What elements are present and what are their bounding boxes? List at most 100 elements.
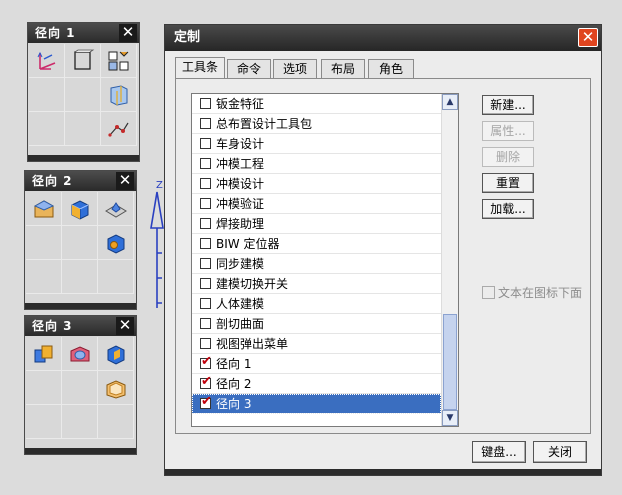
empty-slot	[62, 260, 98, 294]
new-button[interactable]: 新建...	[482, 95, 534, 115]
list-item[interactable]: 车身设计	[192, 134, 441, 154]
tab-commands[interactable]: 命令	[227, 59, 271, 78]
csys-icon[interactable]	[29, 44, 65, 78]
list-item-label: 焊接助理	[216, 217, 265, 231]
toolbar-radial-3: 径向 3 ✕	[24, 315, 137, 455]
checkbox-unchecked[interactable]	[200, 98, 211, 109]
block-icon[interactable]	[62, 192, 98, 226]
tab-options[interactable]: 选项	[273, 59, 317, 78]
reset-button[interactable]: 重置	[482, 173, 534, 193]
list-item[interactable]: 钣金特征	[192, 94, 441, 114]
list-item[interactable]: 剖切曲面	[192, 314, 441, 334]
solid-feature-icon[interactable]	[26, 192, 62, 226]
list-item[interactable]: 建模切换开关	[192, 274, 441, 294]
scroll-thumb[interactable]	[443, 314, 457, 410]
list-item-label: BIW 定位器	[216, 237, 280, 251]
dialog-footer	[165, 469, 601, 475]
list-item[interactable]: ✔ 径向 2	[192, 374, 441, 394]
checkbox-unchecked[interactable]	[200, 318, 211, 329]
empty-slot	[26, 260, 62, 294]
list-item[interactable]: ✔ 径向 3	[192, 394, 441, 414]
empty-slot	[98, 405, 134, 439]
scroll-up-icon[interactable]: ▲	[442, 94, 458, 110]
empty-slot	[26, 371, 62, 405]
list-item-label: 冲模验证	[216, 197, 265, 211]
checkbox-unchecked[interactable]	[200, 218, 211, 229]
checkbox-checked[interactable]: ✔	[200, 355, 212, 369]
empty-slot	[65, 112, 101, 146]
keyboard-button[interactable]: 键盘...	[472, 441, 526, 463]
checkbox-checked[interactable]: ✔	[200, 374, 212, 389]
text-below-icon-checkbox[interactable]: 文本在图标下面	[482, 284, 582, 301]
close-button[interactable]: 关闭	[533, 441, 587, 463]
curve-points-icon[interactable]	[101, 112, 137, 146]
dialog-title-bar[interactable]: 定制 ✕	[165, 25, 601, 51]
close-icon[interactable]: ✕	[119, 24, 137, 42]
hole-icon[interactable]	[98, 226, 134, 260]
empty-slot	[29, 78, 65, 112]
list-item[interactable]: 冲模设计	[192, 174, 441, 194]
checkbox-unchecked[interactable]	[200, 338, 211, 349]
tab-toolbars[interactable]: 工具条	[175, 57, 225, 79]
surface-icon[interactable]	[101, 78, 137, 112]
toolbar-title: 径向 3	[32, 319, 73, 333]
close-icon[interactable]: ✕	[116, 172, 134, 190]
list-item-label: 冲模设计	[216, 177, 265, 191]
toolbar-title-bar[interactable]: 径向 2 ✕	[25, 171, 136, 191]
checkbox-unchecked[interactable]	[200, 118, 211, 129]
list-item[interactable]: ✔ 径向 1	[192, 354, 441, 374]
customize-dialog: 定制 ✕ 工具条 命令 选项 布局 角色 钣金特征 总布置设计工具包 车身设计 冲模工…	[164, 24, 602, 476]
list-item[interactable]: 人体建模	[192, 294, 441, 314]
toolbar-list[interactable]: 钣金特征 总布置设计工具包 车身设计 冲模工程冲模设计冲模验证焊接助理 BIW 定位器同…	[191, 93, 459, 427]
load-button[interactable]: 加载...	[482, 199, 534, 219]
list-item[interactable]: 同步建模	[192, 254, 441, 274]
list-item[interactable]: 焊接助理	[192, 214, 441, 234]
empty-slot	[26, 226, 62, 260]
toolbar-title: 径向 1	[35, 26, 76, 40]
close-icon[interactable]: ✕	[116, 317, 134, 335]
checkbox-unchecked[interactable]	[200, 298, 211, 309]
toolbar-radial-1: 径向 1 ✕	[27, 22, 140, 162]
layout-icon[interactable]	[101, 44, 137, 78]
datum-plane-icon[interactable]	[65, 44, 101, 78]
dialog-title: 定制	[174, 30, 201, 45]
list-item-label: 人体建模	[216, 297, 265, 311]
shell-icon[interactable]	[98, 371, 134, 405]
toolbar-radial-2: 径向 2 ✕	[24, 170, 137, 310]
unite-icon[interactable]	[26, 337, 62, 371]
properties-button[interactable]: 属性...	[482, 121, 534, 141]
check-icon: ✔	[201, 374, 212, 389]
checkbox-unchecked[interactable]	[200, 278, 211, 289]
empty-slot	[98, 260, 134, 294]
list-item[interactable]: 冲模验证	[192, 194, 441, 214]
list-item[interactable]: 冲模工程	[192, 154, 441, 174]
checkbox-box[interactable]	[482, 286, 495, 299]
empty-slot	[29, 112, 65, 146]
axis-label: Z	[156, 180, 163, 191]
empty-slot	[26, 405, 62, 439]
scroll-down-icon[interactable]: ▼	[442, 410, 458, 426]
checkbox-unchecked[interactable]	[200, 258, 211, 269]
checkbox-unchecked[interactable]	[200, 198, 211, 209]
checkbox-unchecked[interactable]	[200, 178, 211, 189]
toolbar-grid	[28, 43, 139, 147]
list-item[interactable]: BIW 定位器	[192, 234, 441, 254]
list-item[interactable]: 视图弹出菜单	[192, 334, 441, 354]
subtract-icon[interactable]	[62, 337, 98, 371]
intersect-icon[interactable]	[98, 337, 134, 371]
tab-roles[interactable]: 角色	[368, 59, 414, 78]
toolbar-title-bar[interactable]: 径向 1 ✕	[28, 23, 139, 43]
checkbox-unchecked[interactable]	[200, 138, 211, 149]
list-item[interactable]: 总布置设计工具包	[192, 114, 441, 134]
checkbox-unchecked[interactable]	[200, 238, 211, 249]
check-icon: ✔	[201, 394, 212, 409]
boss-icon[interactable]	[98, 192, 134, 226]
vertical-scrollbar[interactable]: ▲ ▼	[441, 94, 458, 426]
checkbox-unchecked[interactable]	[200, 158, 211, 169]
checkbox-checked[interactable]: ✔	[200, 394, 212, 409]
toolbar-title-bar[interactable]: 径向 3 ✕	[25, 316, 136, 336]
tab-layout[interactable]: 布局	[321, 59, 365, 78]
delete-button[interactable]: 删除	[482, 147, 534, 167]
toolbar-grid	[25, 336, 136, 440]
close-icon[interactable]: ✕	[578, 28, 598, 47]
